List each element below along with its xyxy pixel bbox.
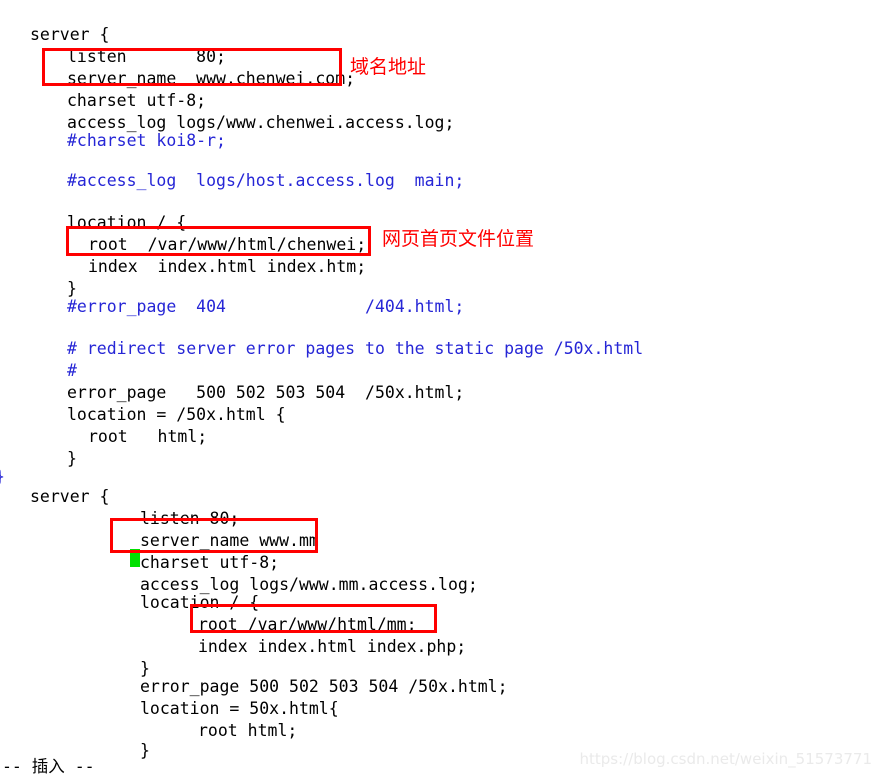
code-line[interactable]: error_page 500 502 503 504 /50x.html; — [140, 676, 508, 698]
code-line[interactable]: #error_page 404 /404.html; — [67, 296, 464, 318]
code-line[interactable]: charset utf-8; — [67, 90, 206, 112]
code-line[interactable]: #access_log logs/host.access.log main; — [67, 170, 464, 192]
code-line[interactable]: root html; — [88, 426, 207, 448]
code-line[interactable]: charset utf-8; — [140, 552, 279, 574]
code-line[interactable]: # — [67, 360, 77, 382]
label-domain-address: 域名地址 — [350, 56, 427, 78]
code-line[interactable]: # redirect server error pages to the sta… — [67, 338, 643, 360]
code-line[interactable]: root /var/www/html/chenwei; — [88, 234, 366, 256]
code-line[interactable]: server { — [30, 486, 109, 508]
code-line[interactable]: server { — [30, 24, 109, 46]
code-line[interactable]: } — [0, 466, 5, 488]
code-line[interactable]: server_name www.mm — [140, 530, 319, 552]
code-line[interactable]: server_name www.chenwei.com; — [67, 68, 355, 90]
code-line[interactable]: listen 80; — [67, 46, 226, 68]
code-line[interactable]: #charset koi8-r; — [67, 130, 226, 152]
code-line[interactable]: root html; — [198, 720, 297, 742]
code-line[interactable]: root /var/www/html/mm; — [198, 614, 417, 636]
code-line[interactable]: index index.html index.htm; — [88, 256, 366, 278]
watermark-text: https://blog.csdn.net/weixin_51573771 — [579, 750, 872, 768]
code-line[interactable]: location = 50x.html{ — [140, 698, 339, 720]
code-line[interactable]: index index.html index.php; — [198, 636, 466, 658]
vim-block-cursor — [130, 549, 140, 567]
code-line[interactable]: listen 80; — [140, 508, 239, 530]
code-line[interactable]: error_page 500 502 503 504 /50x.html; — [67, 382, 464, 404]
code-line[interactable]: location = /50x.html { — [67, 404, 286, 426]
code-line[interactable]: } — [67, 448, 77, 470]
code-line[interactable]: location / { — [67, 212, 186, 234]
label-homepage-path: 网页首页文件位置 — [382, 228, 535, 250]
terminal-screen: server {listen 80; server_name www.chenwe… — [0, 0, 880, 780]
vim-status-line: -- 插入 -- — [2, 757, 95, 776]
code-line[interactable]: } — [140, 740, 150, 762]
code-line[interactable]: location / { — [140, 592, 259, 614]
